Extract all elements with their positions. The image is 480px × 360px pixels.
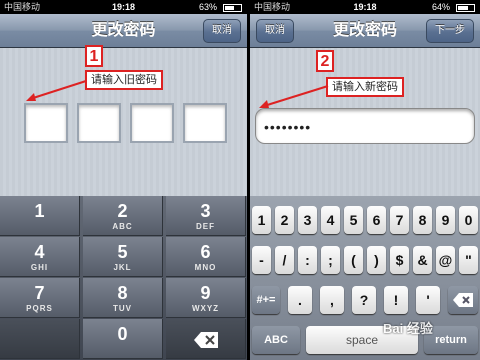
next-button[interactable]: 下一步 xyxy=(426,19,474,43)
pin-box-2[interactable] xyxy=(77,103,121,143)
battery-percent: 63% xyxy=(198,2,217,12)
pin-box-1[interactable] xyxy=(24,103,68,143)
old-password-screen: 中国移动 19:18 63% 更改密码 取消 1 请输入旧密码 1 2 ABC 3… xyxy=(0,0,247,360)
key-dollar[interactable]: $ xyxy=(390,246,409,274)
delete-key[interactable] xyxy=(448,286,478,314)
abc-key[interactable]: ABC xyxy=(252,326,300,354)
key-3[interactable]: 3 xyxy=(298,206,317,234)
key-slash[interactable]: / xyxy=(275,246,294,274)
battery-icon xyxy=(223,4,242,12)
pin-box-3[interactable] xyxy=(130,103,174,143)
number-pad: 1 2 ABC 3 DEF 4 GHI 5 JKL 6 MNO 7 PQRS 8 TUV 9W… xyxy=(0,196,247,360)
navigation-bar: 更改密码 取消 xyxy=(0,14,247,48)
key-8[interactable]: 8 TUV xyxy=(83,278,163,318)
annotation-arrow-icon xyxy=(26,80,87,101)
key-open-paren[interactable]: ( xyxy=(344,246,363,274)
key-7[interactable]: 7 PQRS xyxy=(0,278,80,318)
delete-backspace-icon xyxy=(193,332,218,348)
annotation-number: 1 xyxy=(85,45,103,67)
key-0[interactable]: 0 xyxy=(83,319,163,359)
key-0[interactable]: 0 xyxy=(459,206,478,234)
key-period[interactable]: . xyxy=(288,286,312,314)
delete-key[interactable] xyxy=(166,319,246,359)
key-4[interactable]: 4 xyxy=(321,206,340,234)
new-password-field[interactable]: •••••••• xyxy=(255,108,475,144)
key-hyphen[interactable]: - xyxy=(252,246,271,274)
pin-box-4[interactable] xyxy=(183,103,227,143)
new-password-screen: 中国移动 19:18 64% 取消 更改密码 下一步 2 请输入新密码 ••••… xyxy=(250,0,480,360)
key-quote[interactable]: " xyxy=(459,246,478,274)
keyboard: 1 2 3 4 5 6 7 8 9 0 - / : ; ( ) $ & @ " … xyxy=(250,196,480,360)
cancel-button[interactable]: 取消 xyxy=(203,19,241,43)
key-apostrophe[interactable]: ' xyxy=(416,286,440,314)
watermark: Bai 经验 xyxy=(383,321,433,336)
key-9[interactable]: 9 xyxy=(436,206,455,234)
password-dots: •••••••• xyxy=(264,119,312,135)
annotation-number: 2 xyxy=(316,50,334,72)
key-7[interactable]: 7 xyxy=(390,206,409,234)
blank-key xyxy=(0,319,80,359)
key-semicolon[interactable]: ; xyxy=(321,246,340,274)
annotation-label: 请输入新密码 xyxy=(326,77,404,97)
key-6[interactable]: 6 MNO xyxy=(166,237,246,277)
key-5[interactable]: 5 JKL xyxy=(83,237,163,277)
key-colon[interactable]: : xyxy=(298,246,317,274)
key-ampersand[interactable]: & xyxy=(413,246,432,274)
key-close-paren[interactable]: ) xyxy=(367,246,386,274)
annotation-label: 请输入旧密码 xyxy=(85,70,163,90)
battery-percent: 64% xyxy=(431,2,450,12)
delete-backspace-icon xyxy=(453,293,473,307)
key-exclamation[interactable]: ! xyxy=(384,286,408,314)
key-5[interactable]: 5 xyxy=(344,206,363,234)
key-2[interactable]: 2 ABC xyxy=(83,196,163,236)
key-6[interactable]: 6 xyxy=(367,206,386,234)
battery-icon xyxy=(456,4,475,12)
symbols-toggle-key[interactable]: #+= xyxy=(252,286,280,314)
navigation-bar: 取消 更改密码 下一步 xyxy=(250,14,480,48)
key-8[interactable]: 8 xyxy=(413,206,432,234)
key-1[interactable]: 1 xyxy=(0,196,80,236)
key-at[interactable]: @ xyxy=(436,246,455,274)
key-question[interactable]: ? xyxy=(352,286,376,314)
key-2[interactable]: 2 xyxy=(275,206,294,234)
key-1[interactable]: 1 xyxy=(252,206,271,234)
status-bar: 中国移动 19:18 63% xyxy=(0,0,247,14)
key-3[interactable]: 3 DEF xyxy=(166,196,246,236)
key-4[interactable]: 4 GHI xyxy=(0,237,80,277)
key-comma[interactable]: , xyxy=(320,286,344,314)
status-bar: 中国移动 19:18 64% xyxy=(250,0,480,14)
key-9[interactable]: 9 WXYZ xyxy=(166,278,246,318)
